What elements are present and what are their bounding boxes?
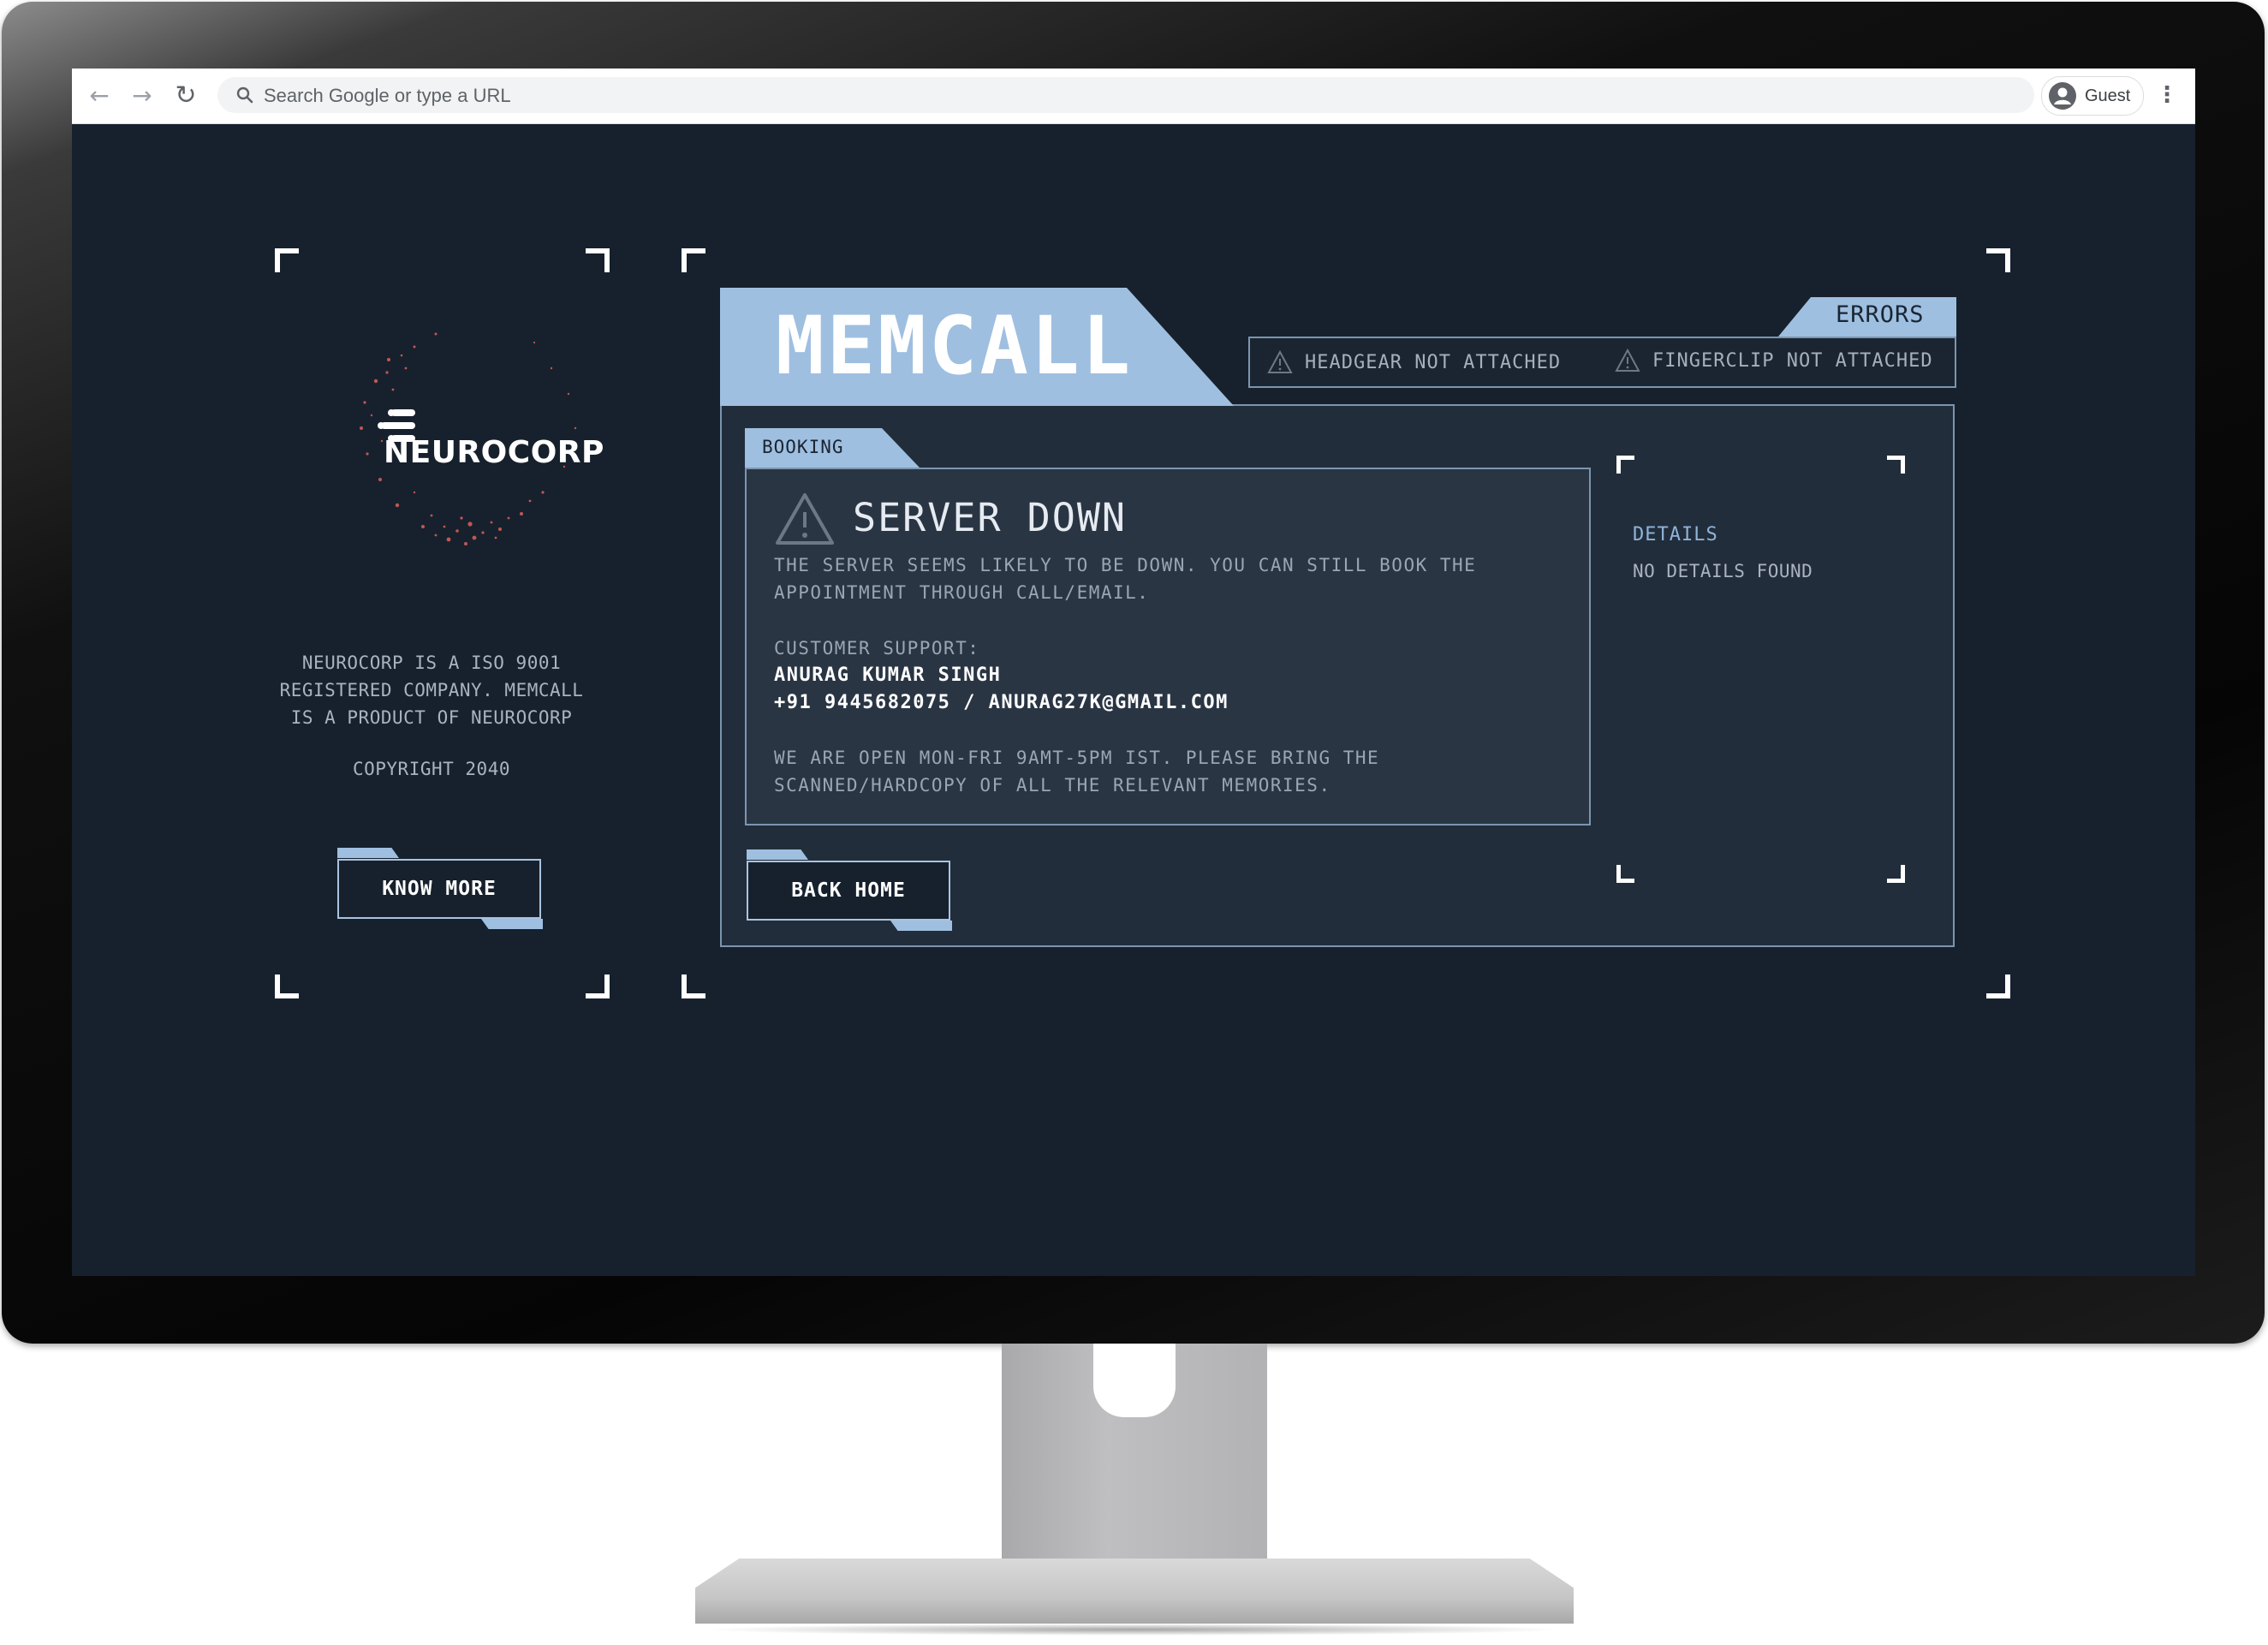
corner-bracket (682, 248, 705, 272)
search-icon (236, 86, 253, 104)
corner-bracket (586, 248, 610, 272)
company-description: NEUROCORP IS A ISO 9001 REGISTERED COMPA… (260, 649, 603, 731)
warning-icon (1267, 350, 1293, 373)
alert-title: SERVER DOWN (853, 495, 1128, 540)
booking-tab-label: BOOKING (762, 437, 844, 457)
errors-list: HEADGEAR NOT ATTACHED FINGERCLIP NOT ATT… (1248, 337, 1956, 388)
corner-bracket (1887, 865, 1905, 883)
profile-name: Guest (2085, 86, 2131, 105)
kebab-menu-icon[interactable]: ⋮ (2154, 80, 2180, 111)
alert-message: THE SERVER SEEMS LIKELY TO BE DOWN. YOU … (774, 551, 1476, 606)
corner-bracket (1616, 865, 1634, 883)
brand-name: NEUROCORP (384, 435, 604, 470)
monitor-screen: ← → ↻ Guest ⋮ (72, 69, 2195, 1276)
reload-icon[interactable]: ↻ (170, 80, 201, 111)
back-home-button[interactable]: BACK HOME (747, 861, 950, 921)
support-label: CUSTOMER SUPPORT: (774, 638, 980, 659)
error-item: FINGERCLIP NOT ATTACHED (1652, 350, 1933, 372)
warning-icon (776, 493, 834, 545)
corner-bracket (275, 248, 299, 272)
error-item: HEADGEAR NOT ATTACHED (1305, 352, 1562, 373)
arrow-left-icon[interactable]: ← (84, 80, 115, 111)
support-contact[interactable]: +91 9445682075 / ANURAG27K@GMAIL.COM (774, 689, 1229, 717)
details-title: DETAILS (1633, 524, 1718, 545)
alert-message-line: THE SERVER SEEMS LIKELY TO BE DOWN. YOU … (774, 555, 1477, 575)
omnibox-input[interactable] (262, 77, 1892, 115)
know-more-button[interactable]: KNOW MORE (337, 859, 541, 919)
alert-message-line: APPOINTMENT THROUGH CALL/EMAIL. (774, 582, 1150, 603)
monitor-stand-base (695, 1559, 1574, 1624)
description-line: NEUROCORP IS A ISO 9001 (301, 653, 562, 673)
corner-bracket (1616, 456, 1634, 474)
arrow-right-icon[interactable]: → (127, 80, 158, 111)
details-text: NO DETAILS FOUND (1633, 561, 1813, 581)
button-accent-tab (337, 848, 399, 858)
corner-bracket (1986, 974, 2010, 998)
monitor-stand-cutout (1093, 1344, 1176, 1417)
support-name: ANURAG KUMAR SINGH (774, 665, 1002, 686)
errors-label: ERRORS (1836, 301, 1925, 328)
omnibox[interactable] (217, 77, 2034, 115)
corner-bracket (275, 974, 299, 998)
corner-bracket (1986, 248, 2010, 272)
opening-hours-line: SCANNED/HARDCOPY OF ALL THE RELEVANT MEM… (774, 775, 1331, 796)
browser-toolbar: ← → ↻ Guest ⋮ (72, 69, 2195, 124)
description-line: REGISTERED COMPANY. MEMCALL (279, 680, 584, 700)
warning-icon (1615, 349, 1640, 372)
profile-button[interactable]: Guest (2041, 76, 2144, 116)
corner-bracket (1887, 456, 1905, 474)
app-title: MEMCALL (776, 300, 1134, 393)
button-accent-tab (890, 921, 952, 931)
avatar-icon (2049, 82, 2076, 110)
opening-hours-line: WE ARE OPEN MON-FRI 9AMT-5PM IST. PLEASE… (774, 748, 1380, 768)
button-accent-tab (481, 919, 543, 929)
opening-hours: WE ARE OPEN MON-FRI 9AMT-5PM IST. PLEASE… (774, 744, 1379, 799)
corner-bracket (586, 974, 610, 998)
monitor-stand-shadow (702, 1624, 1567, 1636)
description-line: IS A PRODUCT OF NEUROCORP (290, 707, 573, 728)
button-accent-tab (747, 849, 808, 860)
corner-bracket (682, 974, 705, 998)
copyright-text: COPYRIGHT 2040 (352, 759, 510, 779)
